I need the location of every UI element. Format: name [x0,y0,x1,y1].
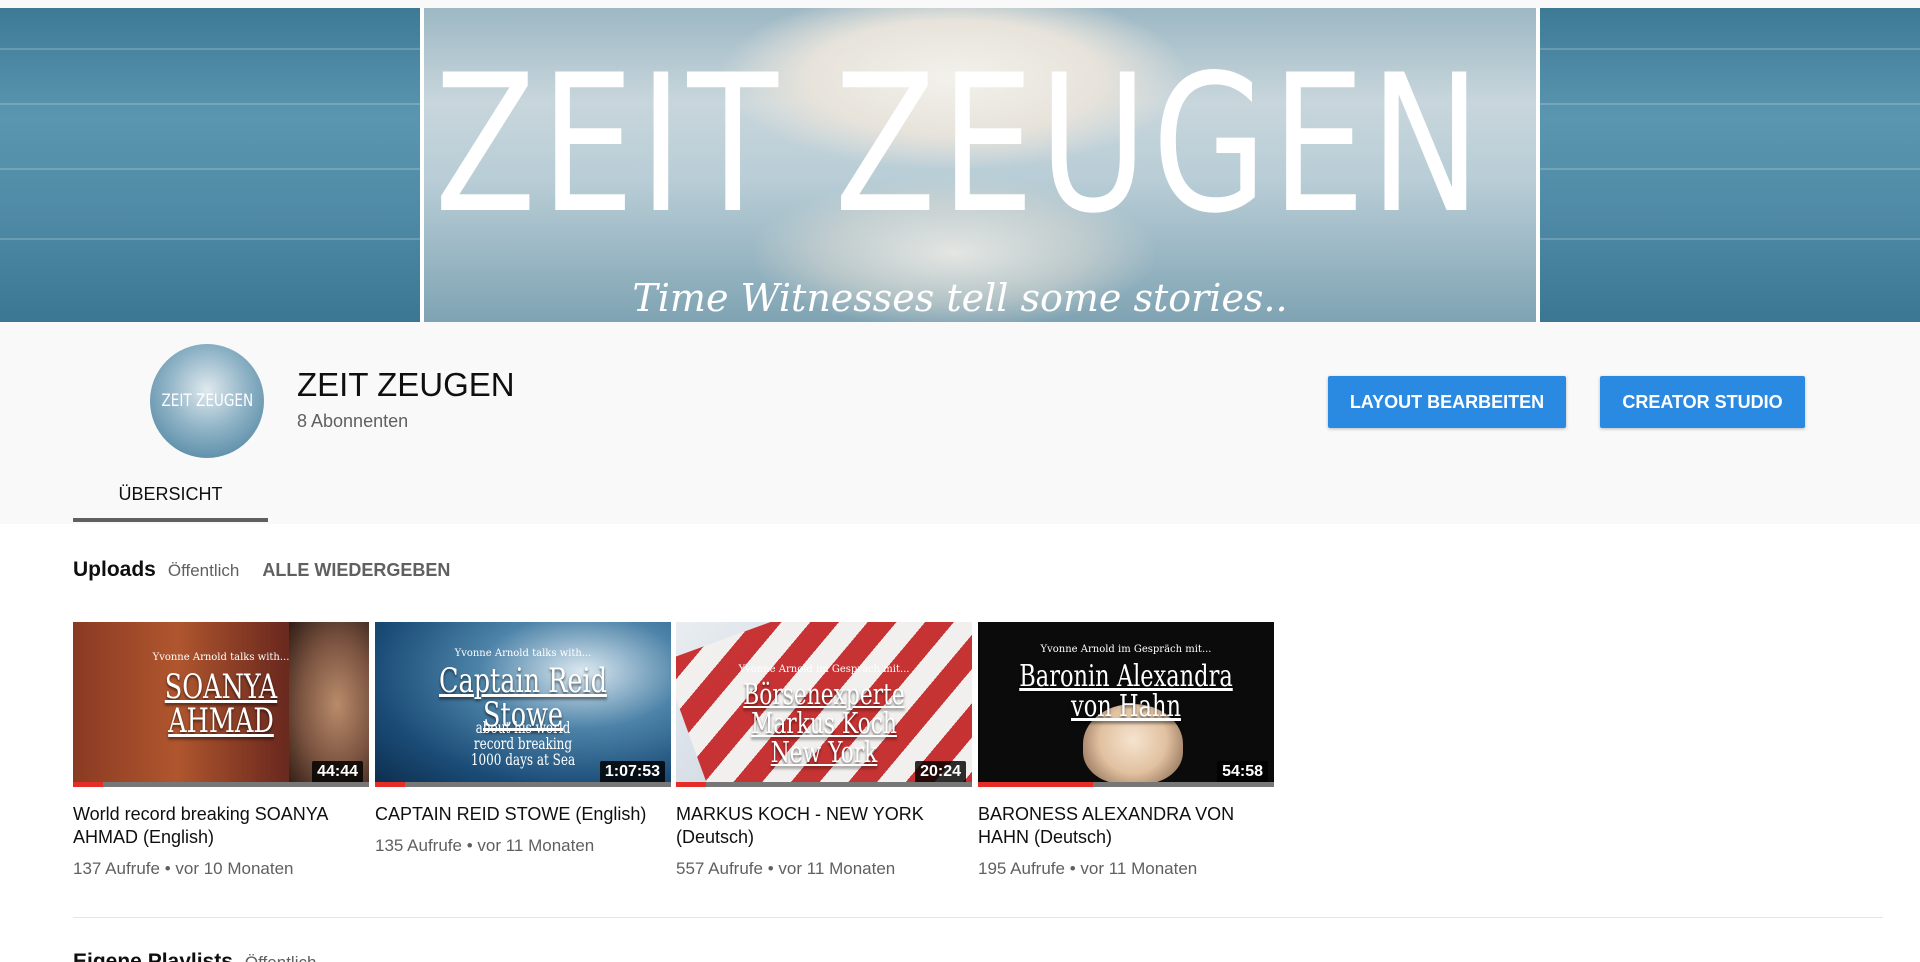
avatar-text: ZEIT ZEUGEN [161,391,253,411]
video-duration: 1:07:53 [599,761,665,783]
thumbnail-overline: Yvonne Arnold talks with... [454,648,592,659]
uploads-visibility: Öffentlich [167,561,240,580]
watch-progress [73,782,369,787]
banner-top-strip [0,0,1920,8]
thumbnail-overline: Yvonne Arnold im Gespräch mit... [738,664,910,675]
subscriber-count: 8 Abonnenten [297,411,409,431]
video-duration: 54:58 [1217,761,1268,783]
watch-progress [375,782,671,787]
thumbnail-name: SOANYA AHMAD [164,667,278,741]
edit-layout-button[interactable]: LAYOUT BEARBEITEN [1328,376,1566,428]
playlists-section-header: Eigene Playlists Öffentlich [73,950,316,962]
video-views: 195 Aufrufe [978,859,1065,878]
video-age: vor 10 Monaten [175,859,294,878]
video-meta: 135 Aufrufe • vor 11 Monaten [375,836,595,855]
tab-overview[interactable]: ÜBERSICHT [73,464,268,524]
video-thumbnail[interactable]: Yvonne Arnold talks with... Captain Reid… [375,622,671,787]
video-meta: 557 Aufrufe • vor 11 Monaten [676,859,896,878]
channel-header: ZEIT ZEUGEN ZEIT ZEUGEN 8 Abonnenten LAY… [0,322,1920,524]
watch-progress-fill [73,782,103,787]
section-divider [73,917,1883,918]
video-views: 137 Aufrufe [73,859,160,878]
video-thumbnail[interactable]: Yvonne Arnold im Gespräch mit... Börsene… [676,622,972,787]
playlists-title[interactable]: Eigene Playlists [73,950,233,962]
video-duration: 20:24 [915,761,966,783]
thumbnail-name: Baronin Alexandra von Hahn [1019,659,1233,724]
thumbnail-overline: Yvonne Arnold talks with... [152,652,290,663]
active-tab-indicator [73,518,268,522]
video-card[interactable]: Yvonne Arnold talks with... SOANYA AHMAD… [73,622,369,879]
channel-banner: ZEIT ZEUGEN Time Witnesses tell some sto… [0,8,1920,322]
video-meta: 137 Aufrufe • vor 10 Monaten [73,859,294,878]
uploads-title[interactable]: Uploads [73,558,156,582]
video-views: 557 Aufrufe [676,859,763,878]
video-title[interactable]: CAPTAIN REID STOWE (English) [375,803,671,826]
watch-progress [978,782,1274,787]
video-age: vor 11 Monaten [778,859,896,878]
video-card[interactable]: Yvonne Arnold talks with... Captain Reid… [375,622,671,856]
play-all-button[interactable]: ALLE WIEDERGEBEN [262,560,450,581]
video-thumbnail[interactable]: Yvonne Arnold im Gespräch mit... Baronin… [978,622,1274,787]
watch-progress-fill [978,782,1094,787]
watch-progress-fill [676,782,706,787]
uploads-section-header: Uploads Öffentlich ALLE WIEDERGEBEN [73,558,450,582]
playlists-visibility: Öffentlich [245,953,317,962]
thumbnail-overline: Yvonne Arnold im Gespräch mit... [1040,644,1212,655]
video-duration: 44:44 [312,761,363,783]
watch-progress [676,782,972,787]
video-title[interactable]: World record breaking SOANYA AHMAD (Engl… [73,803,369,849]
channel-name: ZEIT ZEUGEN [297,366,515,403]
video-age: vor 11 Monaten [1080,859,1198,878]
video-age: vor 11 Monaten [477,836,595,855]
video-title[interactable]: MARKUS KOCH - NEW YORK (Deutsch) [676,803,972,849]
video-title[interactable]: BARONESS ALEXANDRA VON HAHN (Deutsch) [978,803,1274,849]
video-thumbnail[interactable]: Yvonne Arnold talks with... SOANYA AHMAD… [73,622,369,787]
video-card[interactable]: Yvonne Arnold im Gespräch mit... Börsene… [676,622,972,879]
banner-subtitle: Time Witnesses tell some stories.. [632,276,1288,320]
watch-progress-fill [375,782,405,787]
video-card[interactable]: Yvonne Arnold im Gespräch mit... Baronin… [978,622,1274,879]
creator-studio-button[interactable]: CREATOR STUDIO [1600,376,1805,428]
video-views: 135 Aufrufe [375,836,462,855]
channel-avatar[interactable]: ZEIT ZEUGEN [150,344,264,458]
thumbnail-name: Börsenexperte Markus Koch New York [743,677,905,769]
video-meta: 195 Aufrufe • vor 11 Monaten [978,859,1198,878]
banner-title: ZEIT ZEUGEN [434,34,1486,255]
